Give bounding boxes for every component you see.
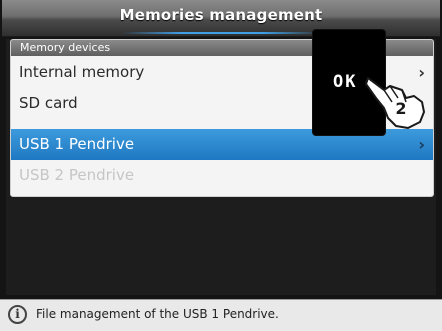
pointing-hand-icon: 2 xyxy=(365,77,425,129)
title-highlight xyxy=(122,32,322,34)
page-title: Memories management xyxy=(119,6,323,24)
step-number: 2 xyxy=(395,99,406,118)
list-item-label: SD card xyxy=(19,94,78,112)
info-icon: i xyxy=(8,305,27,324)
chevron-right-icon: › xyxy=(418,135,425,154)
status-text: File management of the USB 1 Pendrive. xyxy=(36,307,279,321)
list-item-label: USB 1 Pendrive xyxy=(19,135,135,153)
list-item-label: USB 2 Pendrive xyxy=(19,166,135,184)
device-screen: Memories management Memory devices Inter… xyxy=(0,0,442,331)
status-bar: i File management of the USB 1 Pendrive. xyxy=(0,299,442,331)
list-item-label: Internal memory xyxy=(19,63,145,81)
list-item-usb-2-pendrive: USB 2 Pendrive xyxy=(11,160,433,191)
ok-button-label: OK xyxy=(333,72,358,92)
